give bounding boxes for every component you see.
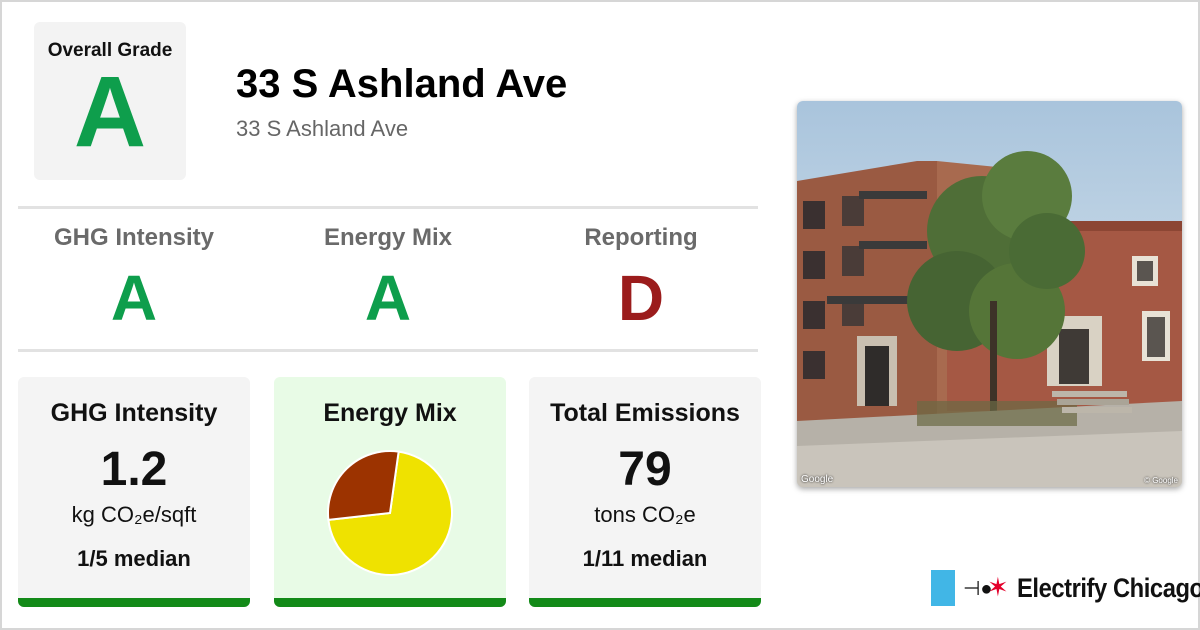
flag-icon: [931, 570, 955, 606]
address-subtitle: 33 S Ashland Ave: [236, 116, 409, 141]
card-title: Energy Mix: [323, 399, 457, 427]
grade-value: A: [364, 262, 412, 334]
grade-value: D: [617, 262, 665, 334]
overall-grade-box: Overall Grade A: [34, 22, 186, 180]
page-title: 33 S Ashland Ave: [236, 62, 568, 106]
star-icon: ✶: [987, 572, 1009, 602]
card-unit: tons CO₂e: [594, 502, 696, 527]
building-image: [797, 101, 1182, 487]
pie-slice-1: [327, 450, 400, 522]
card-accent-bar: [274, 598, 506, 607]
card-median: 1/5 median: [77, 546, 191, 571]
photo-credit-left: Google: [801, 474, 834, 485]
grade-reporting: Reporting D: [521, 224, 761, 330]
card-value: 79: [618, 443, 672, 496]
energy-mix-pie-chart: [327, 450, 453, 576]
card-value: 1.2: [100, 443, 168, 496]
photo-credit-right: © Google: [1144, 476, 1178, 485]
card-title: GHG Intensity: [50, 399, 218, 427]
brand-name: Electrify Chicago: [1017, 573, 1200, 603]
card-median: 1/11 median: [582, 546, 708, 571]
grade-energy-mix: Energy Mix A: [268, 224, 508, 330]
card-unit: kg CO₂e/sqft: [71, 502, 197, 527]
grade-label: Reporting: [584, 224, 698, 251]
grade-label: Energy Mix: [323, 224, 453, 251]
ghg-intensity-card: GHG Intensity 1.2 kg CO₂e/sqft 1/5 media…: [18, 377, 250, 607]
grade-value: A: [110, 262, 158, 334]
energy-mix-card: Energy Mix: [274, 377, 506, 607]
grade-ghg-intensity: GHG Intensity A: [14, 224, 254, 330]
divider: [18, 206, 758, 209]
building-photo: Google © Google: [797, 101, 1182, 487]
overall-grade-value: A: [73, 56, 147, 168]
card-accent-bar: [18, 598, 250, 607]
divider: [18, 349, 758, 352]
total-emissions-card: Total Emissions 79 tons CO₂e 1/11 median: [529, 377, 761, 607]
card-accent-bar: [529, 598, 761, 607]
grade-label: GHG Intensity: [53, 224, 215, 251]
card-title: Total Emissions: [550, 399, 740, 427]
